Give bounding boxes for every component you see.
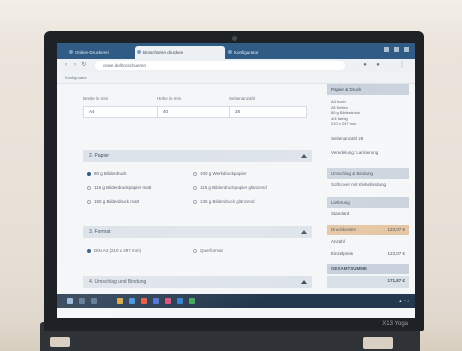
- extension-icon[interactable]: ●: [362, 62, 368, 69]
- summary-heading: Papier & Druck: [327, 84, 409, 95]
- paper-option-label: 100 g Werkdruckpapier: [200, 171, 247, 176]
- summary-row-label: Einzelpreis: [331, 251, 354, 256]
- task-view-icon[interactable]: [91, 298, 97, 304]
- summary-row: Anzahl: [327, 237, 409, 247]
- file-explorer-icon[interactable]: [117, 298, 123, 304]
- mail-icon[interactable]: [153, 298, 159, 304]
- format-radio[interactable]: [87, 249, 91, 253]
- forward-icon[interactable]: ›: [72, 62, 78, 69]
- summary-row-value: 123,07 €: [387, 227, 405, 232]
- collapse-icon: [301, 280, 307, 284]
- browser-tab-label: Online-Druckerei: [75, 50, 109, 55]
- browser-tab-label: Broschüren drucken: [143, 50, 184, 55]
- menu-icon[interactable]: ⋮: [399, 62, 405, 69]
- minimize-icon[interactable]: [384, 47, 389, 52]
- favicon-icon: [137, 50, 141, 54]
- maximize-icon[interactable]: [394, 47, 399, 52]
- laptop-hinge-left: [50, 337, 70, 347]
- summary-row-print-cost: Druckkosten 123,07 €: [327, 225, 409, 235]
- summary-heading: Lieferung: [327, 197, 409, 208]
- chrome-icon[interactable]: [141, 298, 147, 304]
- grand-total-label: GESAMTSUMME: [327, 264, 409, 274]
- width-label: Breite in mm: [83, 96, 109, 101]
- summary-row: Einzelpreis 123,07 €: [327, 249, 409, 259]
- reload-icon[interactable]: ↻: [81, 62, 87, 69]
- height-label: Höhe in mm: [157, 96, 182, 101]
- app-icon[interactable]: [165, 298, 171, 304]
- summary-row-value: 123,07 €: [387, 251, 405, 256]
- browser-tab[interactable]: Konfigurator: [226, 46, 298, 59]
- url-field[interactable]: cewe.de/broschueren: [95, 61, 345, 70]
- summary-row-label: Anzahl: [331, 239, 345, 244]
- pages-input[interactable]: 28: [229, 106, 307, 118]
- order-summary-sidebar: Papier & Druck A4 hoch 28 Seiten 80 g Bi…: [327, 84, 409, 304]
- browser-tab-bar: Online-Druckerei Broschüren drucken Konf…: [57, 43, 415, 59]
- section-title: 3. Format: [89, 229, 111, 235]
- pages-label: Seitenanzahl: [229, 96, 256, 101]
- excel-icon[interactable]: [189, 298, 195, 304]
- width-input[interactable]: A4: [83, 106, 161, 118]
- section-binding-header[interactable]: 4. Umschlag und Bindung: [83, 276, 312, 288]
- address-bar: ‹ › ↻ cewe.de/broschueren ● ● ⋮: [57, 59, 415, 74]
- height-input[interactable]: 40: [157, 106, 235, 118]
- start-icon[interactable]: [67, 298, 73, 304]
- summary-heading: Umschlag & Bindung: [327, 168, 409, 179]
- profile-icon[interactable]: ●: [375, 62, 381, 69]
- collapse-icon: [301, 154, 307, 158]
- paper-option-label: 115 g Bilderdruckpapier glänzend: [200, 185, 267, 190]
- section-title: 4. Umschlag und Bindung: [89, 279, 147, 285]
- format-radio[interactable]: [193, 249, 197, 253]
- bookmark-item[interactable]: Konfigurator: [65, 74, 87, 82]
- summary-row: Standard: [327, 209, 409, 219]
- favicon-icon: [228, 50, 232, 54]
- collapse-icon: [301, 230, 307, 234]
- system-tray[interactable]: ▲ ◔ ♪: [398, 298, 409, 303]
- paper-radio[interactable]: [87, 172, 91, 176]
- summary-row-label: GESAMTSUMME: [331, 266, 367, 271]
- grand-total-value: 171,87 €: [327, 276, 409, 288]
- close-icon[interactable]: [404, 47, 409, 52]
- paper-radio[interactable]: [193, 200, 197, 204]
- paper-option-label: 135 g Bilderdruck glänzend: [200, 199, 255, 204]
- paper-radio[interactable]: [87, 200, 91, 204]
- favicon-icon: [69, 50, 73, 54]
- summary-row-label: Veredelung: Lackierung: [331, 150, 379, 155]
- summary-row-label: Standard: [331, 211, 350, 216]
- summary-details: A4 hoch 28 Seiten 80 g Bilderdruck 4/4 f…: [331, 99, 360, 126]
- paper-option-label: 150 g Bilderdruck matt: [94, 199, 140, 204]
- browser-tab[interactable]: Online-Druckerei: [67, 46, 133, 59]
- paper-radio[interactable]: [87, 186, 91, 190]
- section-title: 2. Papier: [89, 153, 110, 159]
- summary-row: Seitenanzahl 28: [327, 134, 409, 144]
- browser-tab-label: Konfigurator: [234, 50, 259, 55]
- search-icon[interactable]: [79, 298, 85, 304]
- word-icon[interactable]: [177, 298, 183, 304]
- format-option-label: Querformat: [200, 248, 223, 253]
- summary-row-label: Seitenanzahl 28: [331, 136, 364, 141]
- summary-row: Softcover mit Klebebindung: [327, 180, 409, 190]
- summary-row-label: Druckkosten: [331, 227, 357, 232]
- edge-icon[interactable]: [129, 298, 135, 304]
- webcam-icon: [232, 36, 237, 41]
- browser-tab-active[interactable]: Broschüren drucken: [135, 46, 225, 59]
- summary-row: Veredelung: Lackierung: [327, 148, 409, 158]
- laptop-brand-label: X13 Yoga: [382, 321, 408, 327]
- section-paper-header[interactable]: 2. Papier: [83, 150, 312, 162]
- windows-taskbar: ▲ ◔ ♪: [57, 294, 415, 308]
- back-icon[interactable]: ‹: [63, 62, 69, 69]
- paper-radio[interactable]: [193, 172, 197, 176]
- laptop-screen: Online-Druckerei Broschüren drucken Konf…: [57, 43, 415, 318]
- bookmark-bar: Konfigurator: [57, 73, 415, 84]
- section-format-header[interactable]: 3. Format: [83, 226, 312, 238]
- summary-row-label: Softcover mit Klebebindung: [331, 182, 387, 187]
- format-option-label: DIN A4 (210 x 297 mm): [94, 248, 142, 253]
- paper-option-label: 80 g Bilderdruck: [94, 171, 127, 176]
- paper-radio[interactable]: [193, 186, 197, 190]
- laptop-hinge-right: [363, 337, 393, 349]
- paper-option-label: 115 g Bilderdruckpapier matt: [94, 185, 152, 190]
